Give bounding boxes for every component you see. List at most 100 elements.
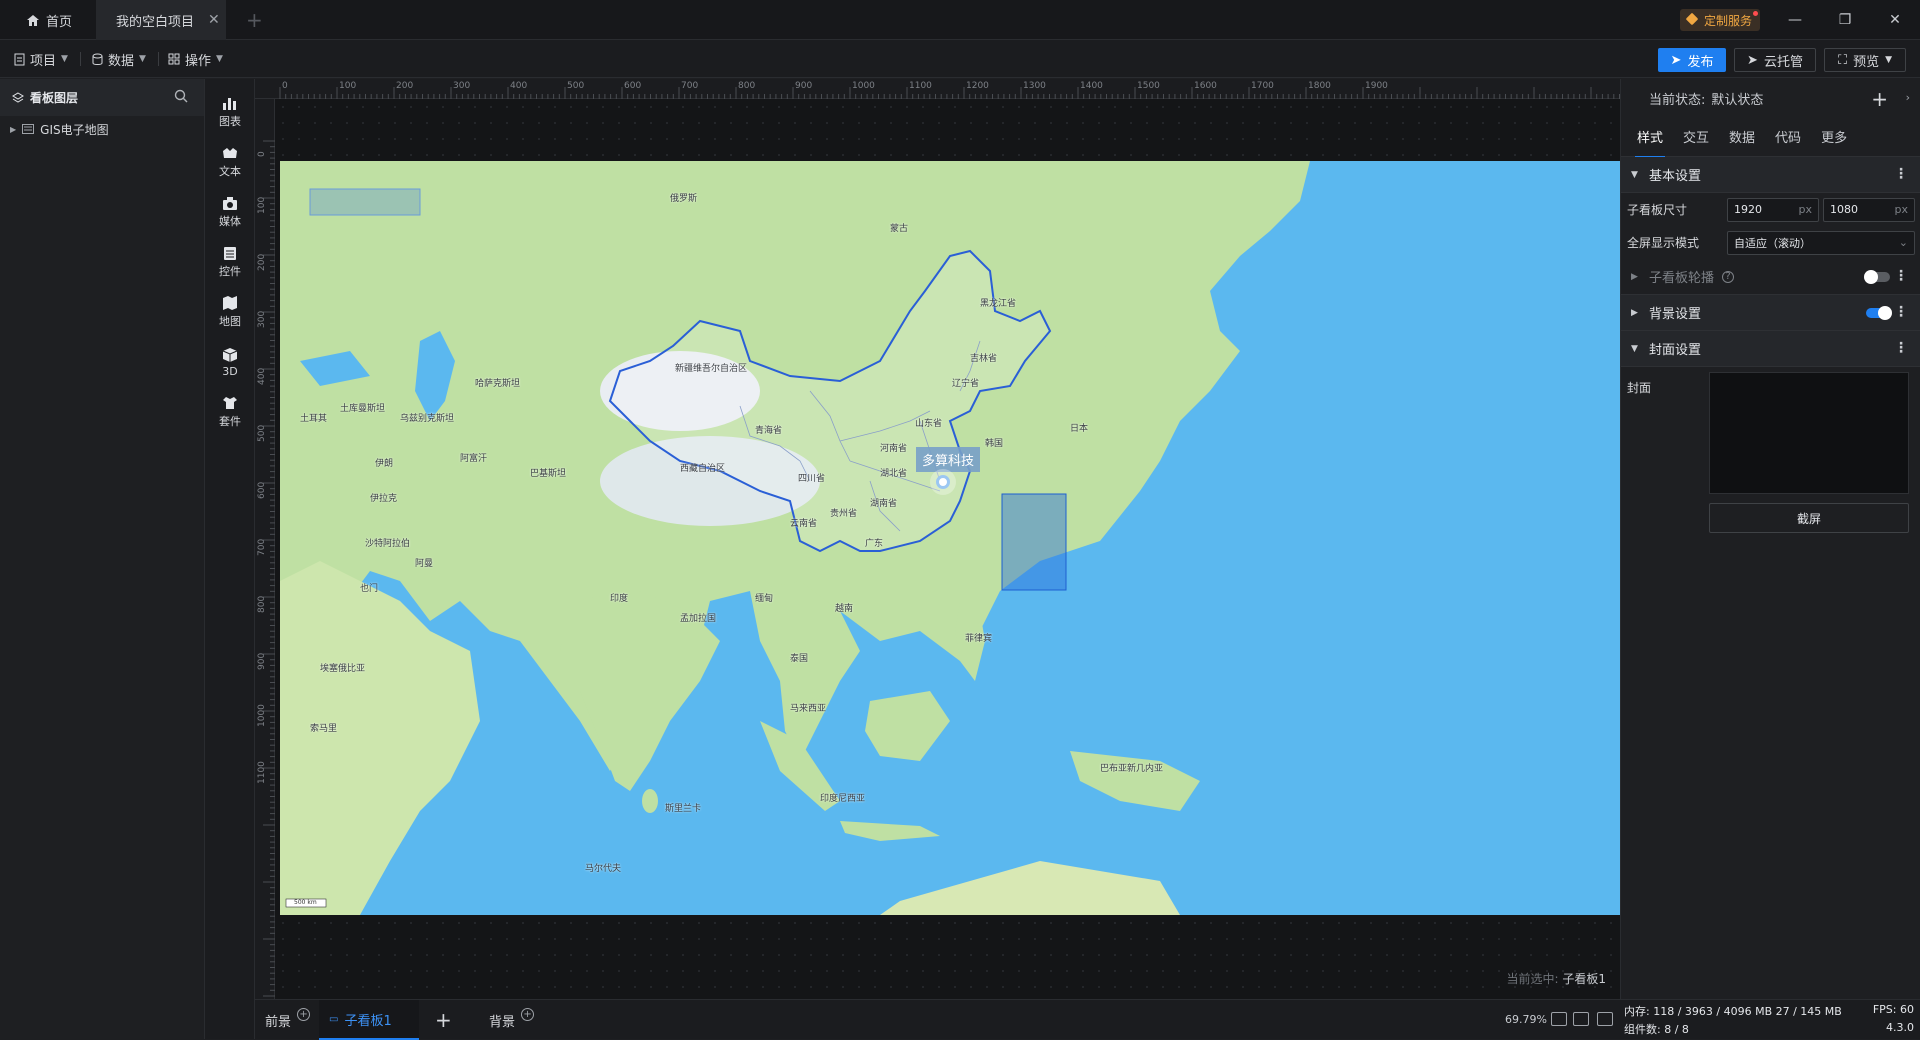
add-state-button[interactable]: +	[1871, 87, 1888, 111]
new-tab-button[interactable]: +	[246, 8, 263, 32]
chevron-right-icon[interactable]: ›	[1906, 91, 1910, 104]
cover-label: 封面	[1627, 381, 1652, 395]
keyboard-icon[interactable]	[1573, 1012, 1589, 1026]
unit-label: px	[1798, 203, 1813, 216]
home-icon	[27, 14, 39, 26]
fullscreen-icon: ⛶	[1837, 52, 1848, 68]
ruler-label: 1200	[966, 81, 989, 91]
tab-project[interactable]: 我的空白项目 ✕	[96, 0, 226, 40]
kebab-menu-icon[interactable]: ⋮	[1894, 268, 1908, 284]
ruler-label: 200	[257, 253, 267, 271]
widget-map[interactable]: 地图	[205, 287, 255, 337]
minimize-button[interactable]: —	[1770, 0, 1820, 40]
add-circle-icon[interactable]: +	[297, 1007, 311, 1021]
custom-service-button[interactable]: 定制服务	[1680, 9, 1761, 31]
section-background[interactable]: ▶ 背景设置 ⋮	[1621, 295, 1920, 331]
help-icon[interactable]: ?	[1722, 270, 1735, 283]
map-place-label: 俄罗斯	[670, 194, 698, 204]
section-carousel[interactable]: ▶ 子看板轮播 ? ⋮	[1621, 259, 1920, 295]
send-icon: ➤	[1670, 52, 1682, 68]
tab-style[interactable]: 样式	[1634, 127, 1666, 158]
preview-button[interactable]: ⛶ 预览 ▼	[1824, 48, 1906, 72]
menu-project[interactable]: 项目 ▼	[14, 49, 68, 69]
caret-right-icon[interactable]: ▶	[10, 125, 16, 134]
section-basic-label: 基本设置	[1649, 169, 1702, 184]
map-place-label: 马尔代夫	[585, 864, 622, 874]
cloud-host-button[interactable]: ➤ 云托管	[1734, 48, 1816, 72]
widget-control-label: 控件	[219, 265, 241, 278]
widget-3d[interactable]: 3D	[205, 337, 255, 387]
map-place-label: 土库曼斯坦	[340, 404, 386, 414]
section-cover[interactable]: ▼ 封面设置 ⋮	[1621, 331, 1920, 367]
selection-box[interactable]	[1001, 493, 1067, 591]
tab-foreground[interactable]: 前景 +	[265, 1000, 311, 1040]
fit-screen-icon[interactable]	[1551, 1012, 1567, 1026]
section-basic[interactable]: ▼ 基本设置 ⋮	[1621, 157, 1920, 193]
ruler-label: 200	[396, 81, 414, 91]
publish-button[interactable]: ➤ 发布	[1658, 48, 1726, 72]
height-input[interactable]: 1080 px	[1823, 197, 1915, 222]
search-icon[interactable]	[174, 89, 188, 103]
chevron-down-icon: ▼	[216, 54, 223, 64]
map-place-label: 土耳其	[300, 414, 328, 424]
tab-sub-board[interactable]: ▭ 子看板1	[319, 1000, 419, 1040]
width-input[interactable]: 1920 px	[1727, 197, 1819, 222]
terminal-icon[interactable]	[1597, 1012, 1613, 1026]
unit-label: px	[1894, 203, 1909, 216]
zoom-level[interactable]: 69.79%	[1505, 1013, 1547, 1026]
title-bar: 首页 我的空白项目 ✕ + 定制服务 — ❐ ✕	[0, 0, 1920, 40]
canvas-area[interactable]: 0 100 200 300 400 500 600 700 800 900 1000 1100 1200…	[255, 79, 1620, 999]
horizontal-ruler: 0 100 200 300 400 500 600 700 800 900 1000 1100 1200…	[255, 79, 1620, 99]
add-circle-icon[interactable]: +	[521, 1007, 535, 1021]
tab-data[interactable]: 数据	[1729, 127, 1755, 146]
widget-text[interactable]: 文本	[205, 137, 255, 187]
map-place-label: 伊拉克	[370, 494, 398, 504]
layer-item[interactable]: ▶ GIS电子地图	[0, 116, 204, 142]
gis-map[interactable]: 新疆维吾尔自治区 西藏自治区 青海省 四川省 云南省 黑龙江省 吉林省 辽宁省 山东省 河南省 湖北…	[280, 161, 1620, 915]
widget-chart[interactable]: 图表	[205, 87, 255, 137]
background-toggle[interactable]	[1866, 306, 1892, 320]
height-value: 1080	[1830, 203, 1858, 216]
size-row: 子看板尺寸 1920 px 1080 px	[1621, 193, 1920, 226]
menu-operation[interactable]: 操作 ▼	[168, 49, 223, 69]
memory-status: 内存: 118 / 3963 / 4096 MB 27 / 145 MB	[1624, 1005, 1842, 1018]
state-value[interactable]: 默认状态	[1711, 89, 1763, 108]
tab-more[interactable]: 更多	[1821, 127, 1847, 146]
widget-control[interactable]: 控件	[205, 237, 255, 287]
map-place-label: 广东	[865, 539, 884, 549]
map-place-label: 云南省	[790, 519, 818, 529]
tab-home[interactable]: 首页	[0, 0, 96, 40]
kebab-menu-icon[interactable]: ⋮	[1894, 340, 1908, 356]
fullscreen-select[interactable]: 自适应（滚动） ⌄	[1727, 230, 1915, 255]
ruler-label: 500	[567, 81, 585, 91]
cover-preview[interactable]	[1709, 372, 1909, 494]
selection-box[interactable]	[309, 188, 421, 216]
widget-media[interactable]: 媒体	[205, 187, 255, 237]
ruler-label: 400	[510, 81, 528, 91]
map-place-label: 哈萨克斯坦	[475, 379, 521, 389]
carousel-label: 子看板轮播	[1649, 271, 1715, 286]
add-board-button[interactable]: +	[435, 1000, 452, 1040]
divider	[80, 52, 81, 66]
fps-status: FPS: 60	[1872, 1003, 1914, 1016]
capture-button[interactable]: 截屏	[1709, 503, 1909, 533]
close-icon[interactable]: ✕	[208, 12, 220, 28]
tab-code[interactable]: 代码	[1775, 127, 1801, 146]
window-close-button[interactable]: ✕	[1870, 0, 1920, 40]
menu-project-label: 项目	[30, 53, 57, 69]
tab-project-label: 我的空白项目	[116, 14, 195, 30]
widget-kit[interactable]: 套件	[205, 387, 255, 437]
tab-interaction[interactable]: 交互	[1683, 127, 1709, 146]
carousel-toggle[interactable]	[1864, 270, 1890, 284]
ruler-label: 1500	[1137, 81, 1160, 91]
foreground-label: 前景	[265, 1014, 292, 1030]
kebab-menu-icon[interactable]: ⋮	[1894, 166, 1908, 182]
map-place-label: 吉林省	[970, 354, 998, 364]
widget-chart-label: 图表	[219, 115, 241, 128]
widget-text-label: 文本	[219, 165, 241, 178]
tab-background[interactable]: 背景 +	[489, 1000, 535, 1040]
menu-data[interactable]: 数据 ▼	[92, 49, 146, 69]
kebab-menu-icon[interactable]: ⋮	[1894, 304, 1908, 320]
ruler-label: 400	[257, 367, 267, 385]
restore-button[interactable]: ❐	[1820, 0, 1870, 40]
